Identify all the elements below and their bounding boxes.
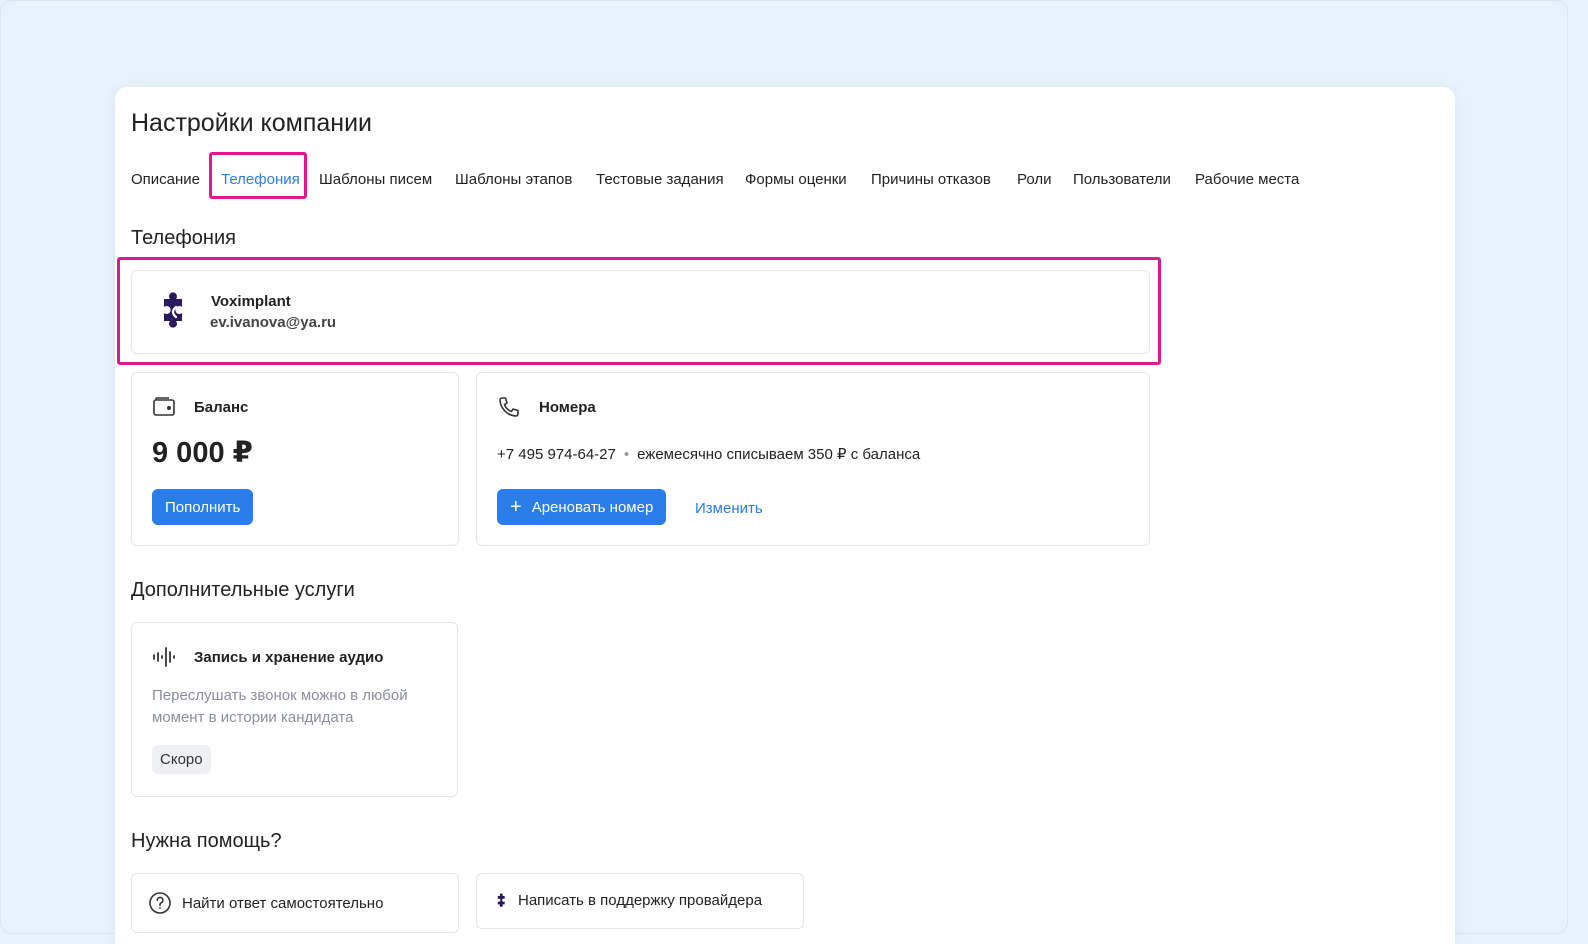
rent-number-button[interactable]: + Ареновать номер [497,489,667,525]
phone-icon [497,395,521,419]
audio-recording-header: Запись и хранение аудио [152,645,383,669]
audio-recording-description: Переслушать звонок можно в любой момент … [152,687,408,726]
question-circle-icon [148,891,172,915]
tab-email-templates[interactable]: Шаблоны писем [319,171,432,188]
phone-number-row: +7 495 974-64-27 • ежемесячно списываем 35… [497,445,920,463]
balance-header: Баланс [152,395,248,419]
help-section-title: Нужна помощь? [131,830,282,852]
change-number-link[interactable]: Изменить [695,500,763,517]
numbers-header: Номера [497,395,596,419]
tab-evaluation-forms[interactable]: Формы оценки [745,171,847,188]
numbers-card: Номера +7 495 974-64-27 • ежемесячно списы… [476,372,1150,546]
settings-panel: Настройки компании Описание Телефония Ша… [115,87,1455,944]
balance-label: Баланс [194,398,249,416]
tab-roles[interactable]: Роли [1017,171,1052,188]
balance-value: 9 000 ₽ [152,437,253,469]
wallet-icon [152,395,176,419]
tab-stage-templates[interactable]: Шаблоны этапов [455,171,572,188]
provider-support-card[interactable]: Написать в поддержку провайдера [476,873,804,929]
provider-support-label: Написать в поддержку провайдера [518,892,763,909]
plus-icon: + [510,496,522,518]
coming-soon-badge: Скоро [152,745,211,774]
self-help-item: Найти ответ самостоятельно [148,891,383,915]
rent-number-label: Ареновать номер [531,498,654,516]
audio-recording-label: Запись и хранение аудио [194,648,384,666]
phone-number: +7 495 974-64-27 [497,446,616,463]
self-help-label: Найти ответ самостоятельно [182,894,384,912]
self-help-card[interactable]: Найти ответ самостоятельно [131,873,459,933]
topup-button[interactable]: Пополнить [152,489,254,525]
tab-users[interactable]: Пользователи [1073,171,1171,188]
telephony-section-title: Телефония [131,227,236,249]
separator-dot: • [623,446,630,463]
monthly-charge-note: ежемесячно списываем 350 ₽ с баланса [637,446,921,463]
puzzle-icon [494,893,510,909]
provider-card[interactable]: Voximplant ev.ivanova@ya.ru [131,270,1150,354]
tab-test-tasks[interactable]: Тестовые задания [596,171,724,188]
page-title: Настройки компании [131,109,373,137]
audio-recording-card: Запись и хранение аудио Переслушать звон… [131,622,458,797]
tab-workplaces[interactable]: Рабочие места [1195,171,1299,188]
balance-card: Баланс 9 000 ₽ Пополнить [131,372,459,546]
audio-wave-icon [152,645,176,669]
provider-email: ev.ivanova@ya.ru [210,314,337,331]
services-section-title: Дополнительные услуги [131,579,355,601]
tab-description[interactable]: Описание [131,171,200,188]
tab-telephony[interactable]: Телефония [221,171,300,188]
tab-rejection-reasons[interactable]: Причины отказов [871,171,991,188]
numbers-label: Номера [539,398,596,416]
provider-name: Voximplant [211,293,291,310]
provider-support-item: Написать в поддержку провайдера [494,892,762,909]
puzzle-icon [154,291,196,333]
